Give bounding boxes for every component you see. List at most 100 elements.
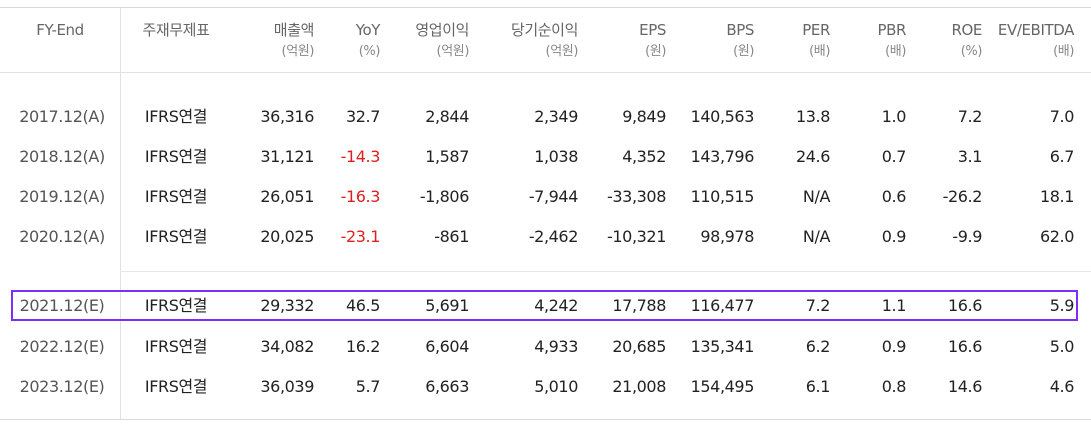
cell-pbr: 0.7: [881, 147, 907, 166]
cell-per: 13.8: [795, 107, 830, 126]
cell-revenue: 34,082: [260, 337, 314, 356]
cell-fy-end: 2020.12(A): [19, 227, 105, 246]
cell-net-income: 1,038: [534, 147, 578, 166]
header-roe: ROE (%): [920, 20, 982, 62]
cell-roe: 7.2: [957, 107, 983, 126]
cell-fy-end: 2018.12(A): [19, 147, 105, 166]
cell-revenue: 31,121: [260, 147, 314, 166]
cell-per: 6.2: [805, 337, 831, 356]
header-net-income-unit: (억원): [545, 44, 579, 59]
table-top-border: [0, 7, 1091, 8]
cell-per: N/A: [802, 227, 831, 246]
cell-yoy: -23.1: [340, 227, 381, 246]
cell-net-income: -2,462: [528, 227, 579, 246]
cell-bps: 154,495: [690, 377, 755, 396]
cell-statement: IFRS연결: [144, 227, 208, 246]
cell-yoy: 5.7: [355, 377, 381, 396]
cell-roe: 14.6: [947, 377, 982, 396]
header-pbr: PBR (배): [846, 20, 906, 62]
financial-summary-table: FY-End 주재무제표 매출액 (억원) YoY (%) 영업이익 (억원) …: [0, 0, 1091, 426]
table-row: 2017.12(A) IFRS연결 36,316 32.7 2,844 2,349 9,84…: [0, 97, 1091, 137]
header-net-income: 당기순이익 (억원): [470, 20, 578, 62]
header-op-income-label: 영업이익: [415, 21, 469, 39]
cell-ev-ebitda: 62.0: [1039, 227, 1074, 246]
header-roe-unit: (%): [960, 44, 983, 59]
cell-bps: 110,515: [690, 187, 755, 206]
cell-revenue: 36,316: [260, 107, 314, 126]
header-ev-ebitda: EV/EBITDA (배): [990, 20, 1075, 62]
cell-bps: 135,341: [690, 337, 755, 356]
cell-pbr: 0.6: [881, 187, 907, 206]
highlight-box-2021: [11, 290, 1078, 321]
table-row: 2023.12(E) IFRS연결 36,039 5.7 6,663 5,010 21,00…: [0, 367, 1091, 407]
header-bps-label: BPS: [726, 21, 754, 39]
cell-op-income: 6,663: [425, 377, 469, 396]
cell-eps: -33,308: [607, 187, 666, 206]
header-eps: EPS (원): [590, 20, 666, 62]
cell-eps: 4,352: [622, 147, 666, 166]
cell-eps: 9,849: [622, 107, 666, 126]
cell-net-income: 5,010: [534, 377, 578, 396]
header-eps-label: EPS: [639, 21, 666, 39]
cell-per: 6.1: [805, 377, 831, 396]
cell-revenue: 26,051: [260, 187, 314, 206]
cell-roe: -26.2: [942, 187, 983, 206]
cell-statement: IFRS연결: [144, 187, 208, 206]
cell-statement: IFRS연결: [144, 337, 208, 356]
cell-pbr: 0.9: [881, 337, 907, 356]
cell-revenue: 20,025: [260, 227, 314, 246]
cell-net-income: 2,349: [534, 107, 578, 126]
cell-eps: -10,321: [607, 227, 666, 246]
header-per-unit: (배): [809, 44, 830, 59]
cell-pbr: 0.8: [881, 377, 907, 396]
cell-bps: 143,796: [690, 147, 755, 166]
table-row: 2022.12(E) IFRS연결 34,082 16.2 6,604 4,933 20,6…: [0, 327, 1091, 367]
cell-pbr: 0.9: [881, 227, 907, 246]
cell-op-income: -861: [434, 227, 469, 246]
table-row: 2018.12(A) IFRS연결 31,121 -14.3 1,587 1,038 4,3…: [0, 137, 1091, 177]
header-bps: BPS (원): [670, 20, 754, 62]
cell-ev-ebitda: 6.7: [1049, 147, 1075, 166]
cell-roe: 3.1: [957, 147, 983, 166]
cell-bps: 140,563: [690, 107, 755, 126]
cell-fy-end: 2019.12(A): [19, 187, 105, 206]
cell-per: 24.6: [795, 147, 830, 166]
header-revenue-unit: (억원): [281, 44, 315, 59]
table-bottom-border: [0, 419, 1091, 420]
header-roe-label: ROE: [951, 21, 982, 39]
header-separator: [0, 72, 1091, 73]
cell-yoy: 32.7: [345, 107, 380, 126]
cell-fy-end: 2017.12(A): [19, 107, 105, 126]
cell-ev-ebitda: 7.0: [1049, 107, 1075, 126]
header-yoy-unit: (%): [358, 44, 381, 59]
cell-per: N/A: [802, 187, 831, 206]
cell-statement: IFRS연결: [144, 377, 208, 396]
header-revenue-label: 매출액: [273, 21, 315, 39]
header-per: PER (배): [770, 20, 830, 62]
header-ev-ebitda-unit: (배): [1053, 44, 1074, 59]
actual-estimate-separator: [120, 271, 1091, 272]
cell-net-income: 4,933: [534, 337, 578, 356]
cell-revenue: 36,039: [260, 377, 314, 396]
cell-fy-end: 2023.12(E): [19, 377, 105, 396]
header-pbr-label: PBR: [877, 21, 906, 39]
cell-eps: 20,685: [612, 337, 666, 356]
cell-roe: 16.6: [947, 337, 982, 356]
cell-statement: IFRS연결: [144, 147, 208, 166]
table-row: 2019.12(A) IFRS연결 26,051 -16.3 -1,806 -7,944 -…: [0, 177, 1091, 217]
cell-net-income: -7,944: [528, 187, 579, 206]
header-net-income-label: 당기순이익: [510, 21, 578, 39]
table-row: 2020.12(A) IFRS연결 20,025 -23.1 -861 -2,462 -10…: [0, 217, 1091, 257]
header-fy-end: FY-End: [36, 21, 84, 39]
header-bps-unit: (원): [733, 44, 754, 59]
cell-statement: IFRS연결: [144, 107, 208, 126]
header-yoy-label: YoY: [355, 21, 381, 39]
header-yoy: YoY (%): [320, 20, 381, 62]
header-statement: 주재무제표: [142, 21, 210, 39]
cell-yoy: -14.3: [340, 147, 381, 166]
header-per-label: PER: [802, 21, 830, 39]
cell-op-income: -1,806: [419, 187, 470, 206]
header-op-income-unit: (억원): [436, 44, 470, 59]
cell-roe: -9.9: [952, 227, 982, 246]
cell-ev-ebitda: 4.6: [1049, 377, 1075, 396]
